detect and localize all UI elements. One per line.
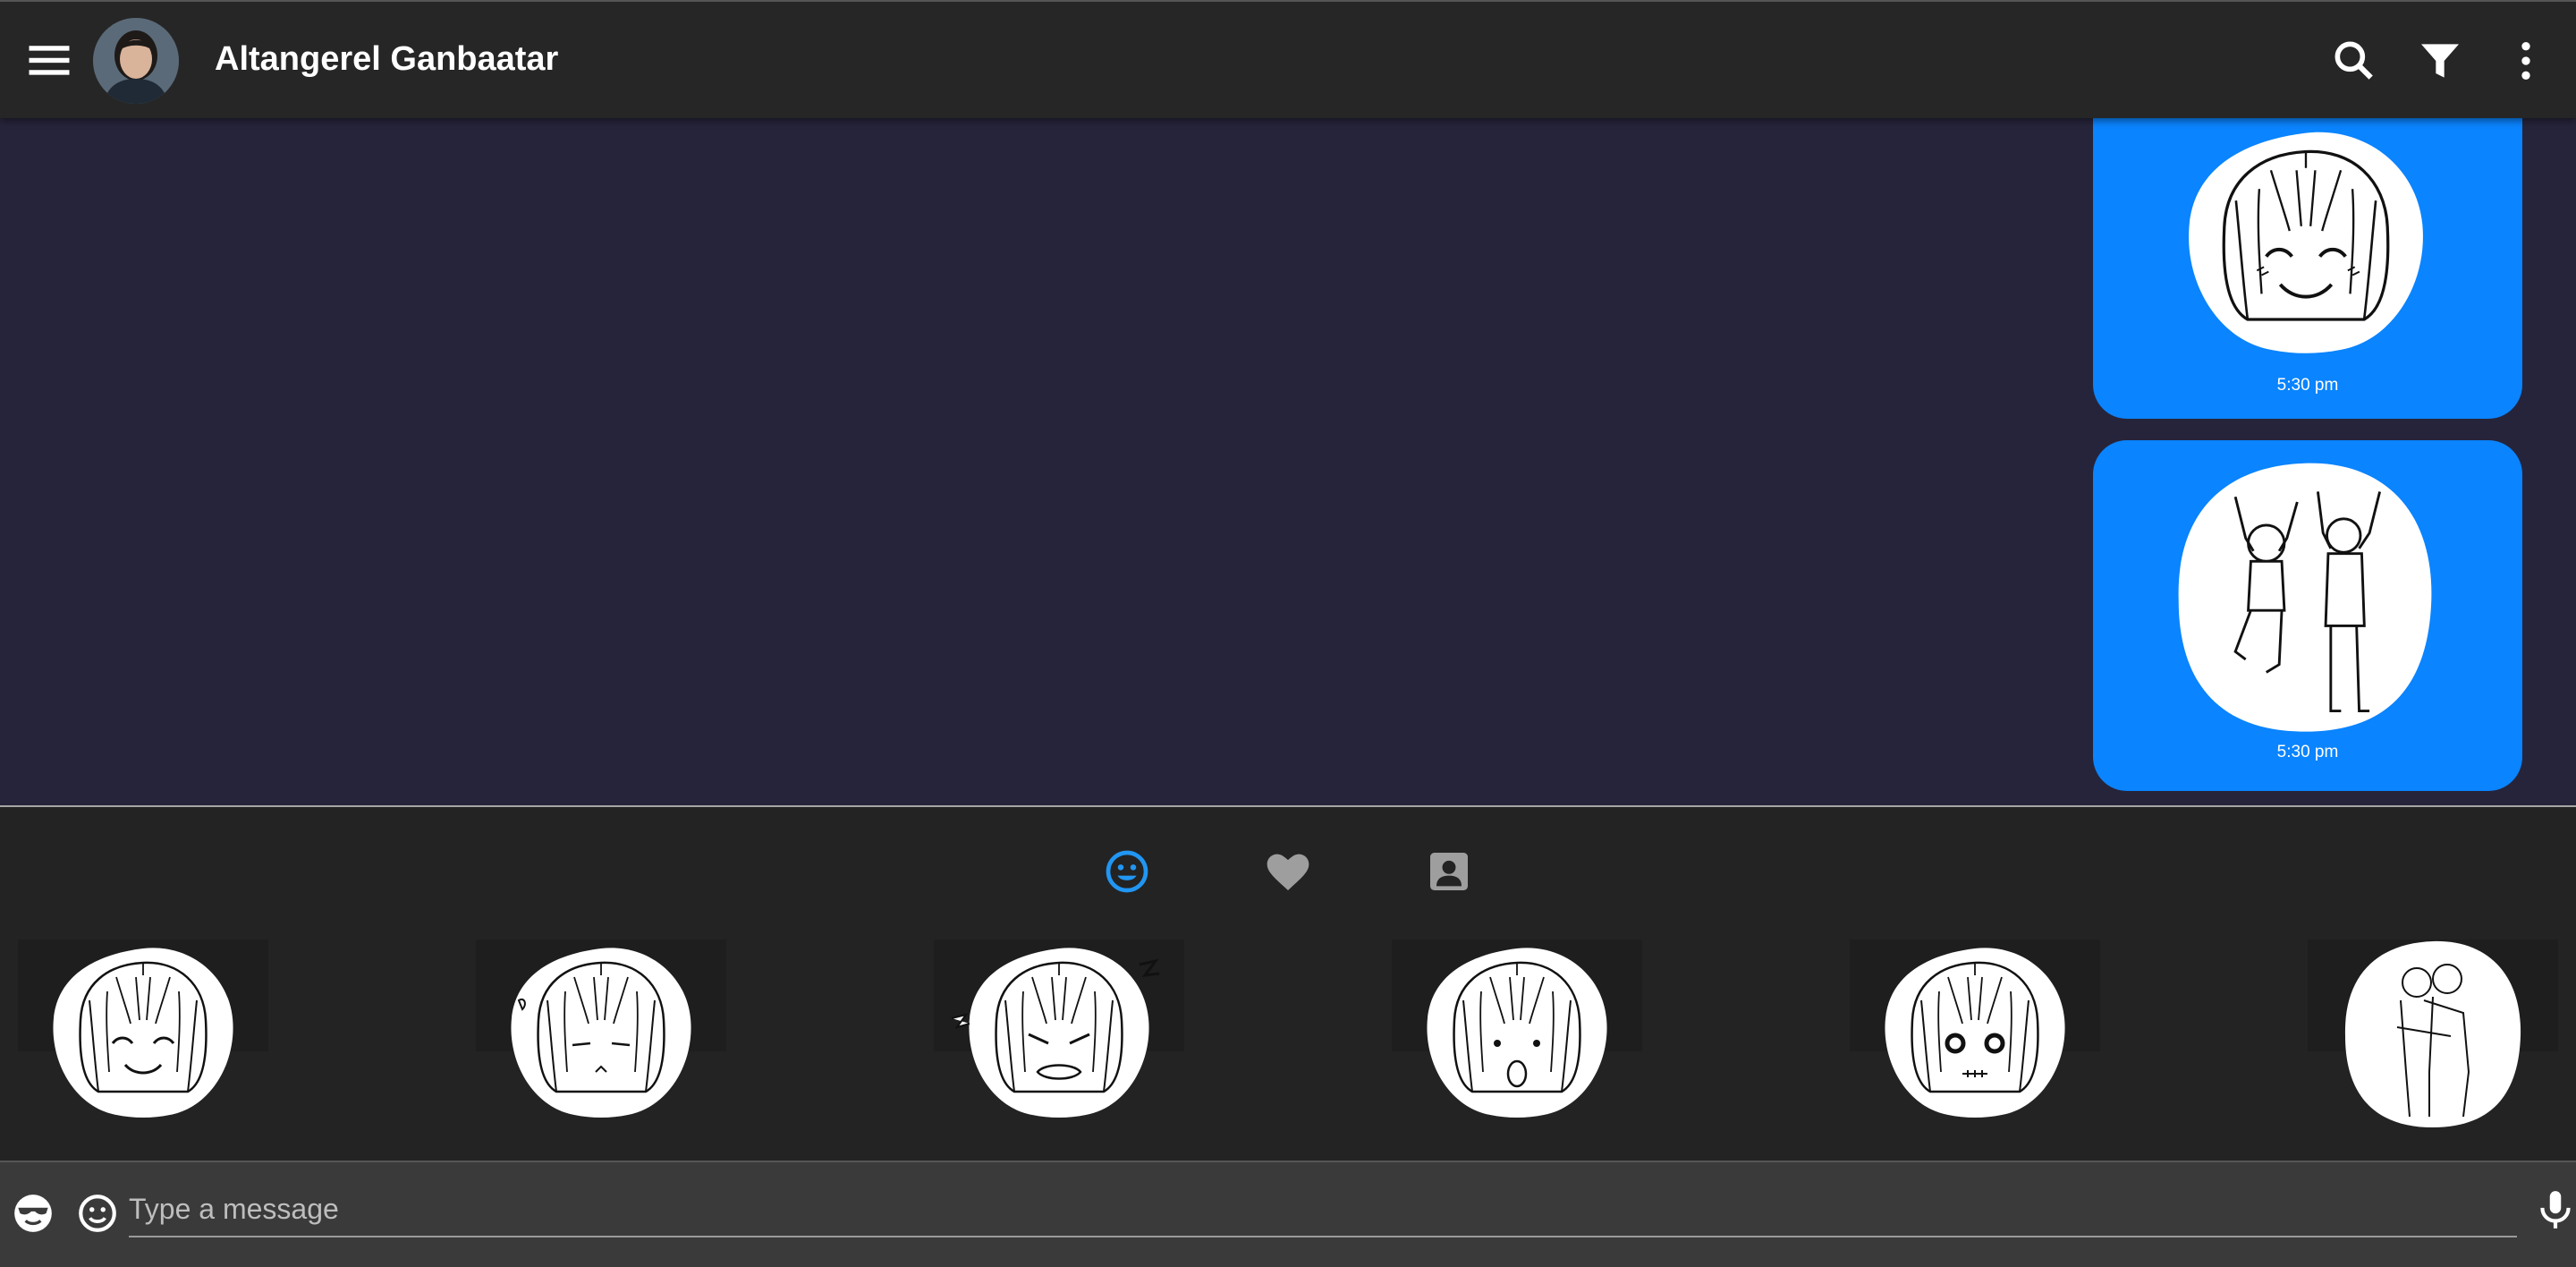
- sticker-shocked-face[interactable]: [1850, 940, 2100, 1119]
- message-input[interactable]: [129, 1182, 2517, 1237]
- message-time: 5:30 pm: [2276, 376, 2339, 395]
- app-bar: Altangerel Ganbaatar: [0, 0, 2576, 118]
- more-vert-icon[interactable]: [2501, 36, 2551, 86]
- heart-icon[interactable]: [1263, 846, 1313, 897]
- message-bubble[interactable]: 5:30 pm: [2093, 440, 2522, 791]
- emoji-icon[interactable]: [1102, 846, 1152, 897]
- sticker-angry-face[interactable]: [934, 940, 1184, 1119]
- avatar[interactable]: [93, 18, 179, 104]
- sticker-sad-face[interactable]: [476, 940, 726, 1119]
- sticker-panel: [0, 807, 2576, 1161]
- contact-name[interactable]: Altangerel Ganbaatar: [215, 38, 558, 81]
- sticker-two-people-hugging[interactable]: [2308, 940, 2558, 1127]
- emoji-icon[interactable]: [75, 1191, 120, 1236]
- message-time: 5:30 pm: [2276, 743, 2339, 761]
- filter-icon[interactable]: [2415, 36, 2465, 86]
- sticker-smiling-face[interactable]: [18, 940, 268, 1119]
- sticker-surprised-face[interactable]: [1392, 940, 1642, 1119]
- message-bubble[interactable]: 5:30 pm: [2093, 116, 2522, 419]
- search-icon[interactable]: [2329, 36, 2379, 86]
- menu-icon[interactable]: [25, 39, 73, 81]
- message-composer: [0, 1161, 2576, 1267]
- sticker-face-icon[interactable]: [11, 1191, 55, 1236]
- message-list[interactable]: 5:30 pm 5:30 pm: [0, 116, 2576, 805]
- microphone-icon[interactable]: [2533, 1187, 2576, 1232]
- contact-icon[interactable]: [1424, 846, 1474, 897]
- sticker-two-people-jumping: [2178, 463, 2432, 732]
- sticker-smiling-face: [2187, 131, 2425, 355]
